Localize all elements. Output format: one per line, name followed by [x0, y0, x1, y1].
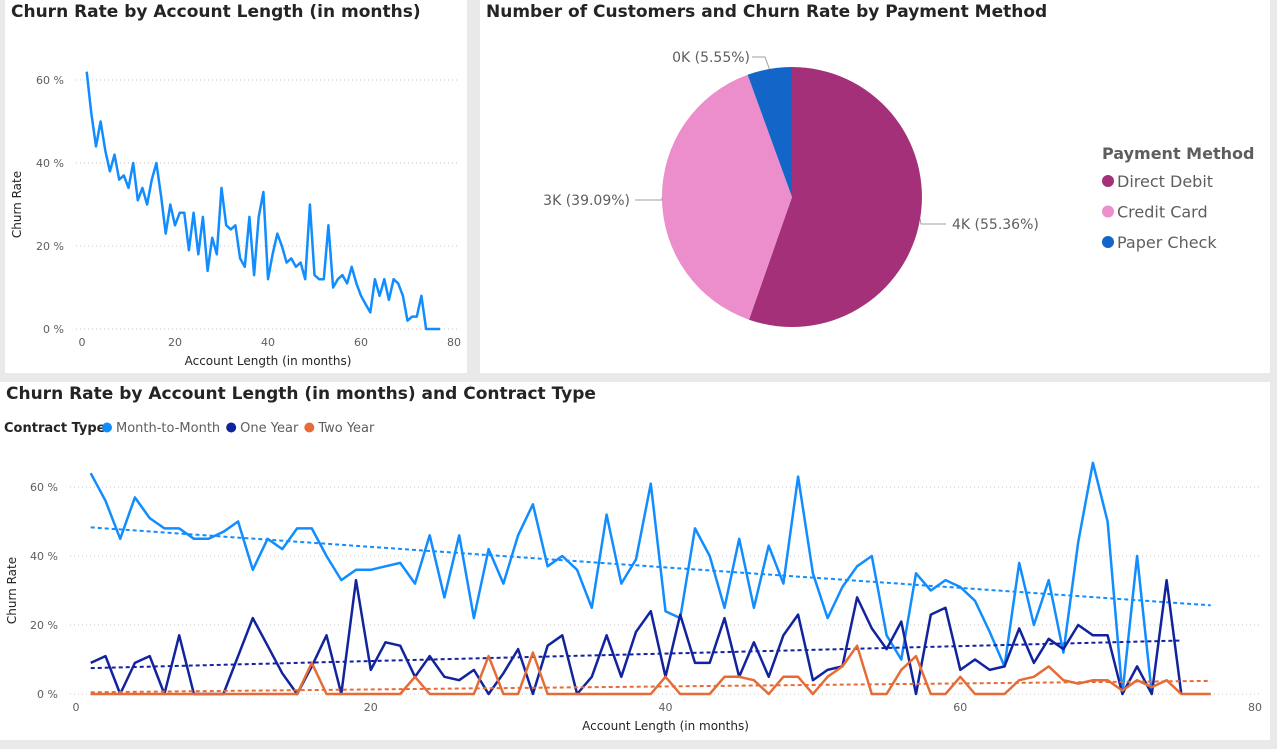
chart-title-1: Churn Rate by Account Length (in months): [11, 2, 421, 22]
y-axis-title: Churn Rate: [5, 557, 19, 624]
two-year-trendline: [90, 679, 1211, 694]
legend-marker-direct-debit: [1102, 175, 1114, 187]
panel-churn-by-account-length: Churn Rate by Account Length (in months)…: [5, 0, 467, 373]
chart-title-3: Churn Rate by Account Length (in months)…: [6, 384, 596, 404]
legend-title: Payment Method: [1102, 144, 1254, 163]
slice-label-direct-debit: 4K (55.36%): [952, 217, 1039, 233]
slice-label-paper-check: 0K (5.55%): [672, 50, 750, 66]
y-tick-label: 40 %: [30, 550, 58, 563]
legend-marker-one-year: [226, 422, 237, 433]
one-year-series-line: [90, 578, 1183, 696]
y-tick-label: 60 %: [30, 481, 58, 494]
x-tick-label: 20: [168, 336, 182, 349]
legend-label-paper-check: Paper Check: [1117, 233, 1217, 252]
x-axis-title: Account Length (in months): [582, 719, 749, 733]
legend-marker-credit-card: [1102, 205, 1114, 218]
leader-line-paper-check: [752, 56, 770, 70]
panel-churn-by-contract-type: Churn Rate by Account Length (in months)…: [0, 382, 1270, 740]
month-to-month-trendline: [90, 526, 1211, 607]
x-tick-label: 80: [447, 336, 461, 349]
y-axis-title: Churn Rate: [10, 171, 24, 238]
y-tick-label: 0 %: [37, 688, 58, 701]
legend-label-direct-debit: Direct Debit: [1117, 172, 1213, 191]
y-tick-label: 40 %: [36, 157, 64, 170]
y-tick-label: 0 %: [43, 323, 64, 336]
x-tick-label: 0: [73, 701, 80, 714]
x-tick-label: 60: [354, 336, 368, 349]
payment-pie-chart: 4K (55.36%) 3K (39.09%) 0K (5.55%) Payment …: [543, 50, 1254, 327]
legend-marker-two-year: [304, 422, 315, 433]
leader-line-credit-card: [635, 197, 663, 201]
x-tick-label: 40: [659, 701, 673, 714]
month-to-month-series-line: [89, 461, 1154, 696]
x-tick-label: 40: [261, 336, 275, 349]
legend-label-month-to-month: Month-to-Month: [116, 421, 220, 436]
legend-label-two-year: Two Year: [317, 421, 375, 436]
legend-label-credit-card: Credit Card: [1117, 203, 1208, 222]
leader-line-direct-debit: [919, 218, 946, 225]
legend-marker-paper-check: [1102, 236, 1114, 248]
x-tick-label: 0: [79, 336, 86, 349]
legend-label-one-year: One Year: [240, 421, 299, 436]
legend-marker-month-to-month: [102, 422, 112, 433]
churn-line-chart: 0 % 20 % 40 % 60 % 0 20 40 60 80 Account Length (…: [10, 71, 461, 368]
y-tick-label: 60 %: [36, 74, 64, 87]
y-tick-label: 20 %: [30, 619, 58, 632]
churn-series-line: [85, 71, 441, 331]
x-tick-label: 60: [953, 701, 967, 714]
x-axis-title: Account Length (in months): [185, 354, 352, 368]
legend-title: Contract Type: [4, 421, 106, 436]
panel-payment-method: Number of Customers and Churn Rate by Pa…: [480, 0, 1270, 373]
one-year-trendline: [90, 639, 1182, 670]
chart-title-2: Number of Customers and Churn Rate by Pa…: [486, 2, 1048, 22]
x-tick-label: 20: [364, 701, 378, 714]
contract-line-chart: 0 % 20 % 40 % 60 % 0 20 40 60 80 Account Length (…: [4, 421, 1262, 733]
x-tick-label: 80: [1248, 701, 1262, 714]
y-tick-label: 20 %: [36, 240, 64, 253]
slice-label-credit-card: 3K (39.09%): [543, 193, 630, 209]
